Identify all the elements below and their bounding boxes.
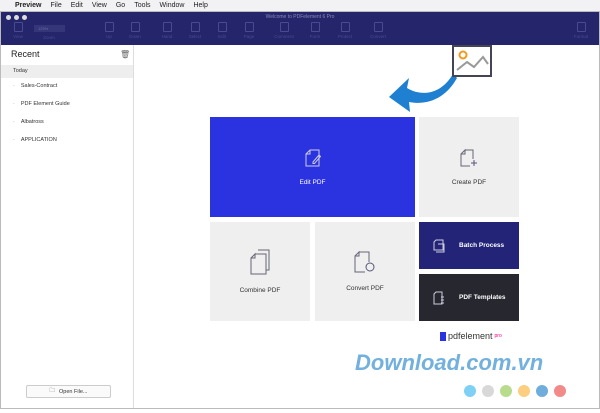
convert-document-icon xyxy=(354,251,375,273)
create-pdf-tile[interactable]: Create PDF xyxy=(419,117,519,217)
combine-documents-icon xyxy=(250,249,270,275)
edit-document-icon xyxy=(305,149,321,166)
watermark-dot xyxy=(518,385,530,397)
create-document-icon xyxy=(460,148,477,166)
select-button[interactable]: Select xyxy=(183,22,207,39)
menu-preview[interactable]: Preview xyxy=(15,2,41,9)
protect-button[interactable]: Protect xyxy=(333,22,357,39)
lock-icon xyxy=(340,22,350,32)
window-title: Welcome to PDFelement 6 Pro xyxy=(265,14,335,20)
view-icon xyxy=(13,22,23,32)
edit-button[interactable]: Edit xyxy=(210,22,234,39)
batch-process-tile[interactable]: Batch Process xyxy=(419,222,519,269)
pdf-templates-tile[interactable]: PDF Templates xyxy=(419,274,519,321)
page-down-icon xyxy=(130,22,140,32)
menu-help[interactable]: Help xyxy=(193,2,207,9)
recent-item[interactable]: Albatross xyxy=(13,119,44,125)
up-button[interactable]: Up xyxy=(97,22,121,39)
sidebar: Recent 🗑 Today Sales-Contract PDF Elemen… xyxy=(1,45,134,408)
comment-icon xyxy=(279,22,289,32)
convert-button[interactable]: Convert xyxy=(366,22,390,39)
pdfelement-logo: pdfelement pro xyxy=(440,331,502,341)
hand-button[interactable]: Hand xyxy=(155,22,179,39)
curved-arrow-icon xyxy=(389,74,457,112)
view-button[interactable]: View xyxy=(6,22,30,39)
pdfelement-logo-icon xyxy=(440,331,446,341)
down-button[interactable]: Down xyxy=(123,22,147,39)
sidebar-title: Recent xyxy=(11,49,40,59)
menu-window[interactable]: Window xyxy=(160,2,185,9)
folder-icon: 🗀 xyxy=(49,388,56,394)
drop-hint-graphic xyxy=(389,45,492,112)
image-icon xyxy=(452,45,492,77)
zoom-select[interactable]: 125% xyxy=(34,25,65,32)
recent-item[interactable]: PDF Element Guide xyxy=(13,101,70,107)
recent-item[interactable]: Sales-Contract xyxy=(13,83,57,89)
form-button[interactable]: Form xyxy=(303,22,327,39)
page-icon xyxy=(244,22,254,32)
combine-pdf-tile[interactable]: Combine PDF xyxy=(210,222,310,321)
edit-icon xyxy=(217,22,227,32)
open-file-button[interactable]: 🗀 Open File... xyxy=(26,385,111,398)
menu-file[interactable]: File xyxy=(50,2,61,9)
watermark-dot xyxy=(482,385,494,397)
menu-go[interactable]: Go xyxy=(116,2,125,9)
hand-icon xyxy=(162,22,172,32)
page-button[interactable]: Page xyxy=(237,22,261,39)
menu-edit[interactable]: Edit xyxy=(71,2,83,9)
edit-pdf-tile[interactable]: Edit PDF xyxy=(210,117,415,217)
watermark-dot xyxy=(464,385,476,397)
template-icon xyxy=(433,291,444,304)
batch-icon xyxy=(433,239,445,252)
form-icon xyxy=(310,22,320,32)
trash-icon[interactable]: 🗑 xyxy=(120,50,130,59)
convert-pdf-tile[interactable]: Convert PDF xyxy=(315,222,415,321)
page-up-icon xyxy=(104,22,114,32)
watermark-dot xyxy=(554,385,566,397)
menu-view[interactable]: View xyxy=(92,2,107,9)
cursor-icon xyxy=(190,22,200,32)
section-today: Today xyxy=(1,65,133,78)
watermark-dot xyxy=(536,385,548,397)
menu-bar: Preview File Edit View Go Tools Window H… xyxy=(0,0,600,11)
watermark-dots xyxy=(464,385,566,397)
recent-item[interactable]: APPLICATION xyxy=(13,137,57,143)
convert-icon xyxy=(373,22,383,32)
watermark-dot xyxy=(500,385,512,397)
format-button[interactable]: Format xyxy=(569,22,593,39)
toolbar: Welcome to PDFelement 6 Pro View 125% Zo… xyxy=(1,12,599,45)
menu-tools[interactable]: Tools xyxy=(134,2,150,9)
comment-button[interactable]: Comment xyxy=(272,22,296,39)
zoom-label: Zoom xyxy=(43,35,55,40)
format-icon xyxy=(576,22,586,32)
watermark-text: Download.com.vn xyxy=(355,350,544,375)
